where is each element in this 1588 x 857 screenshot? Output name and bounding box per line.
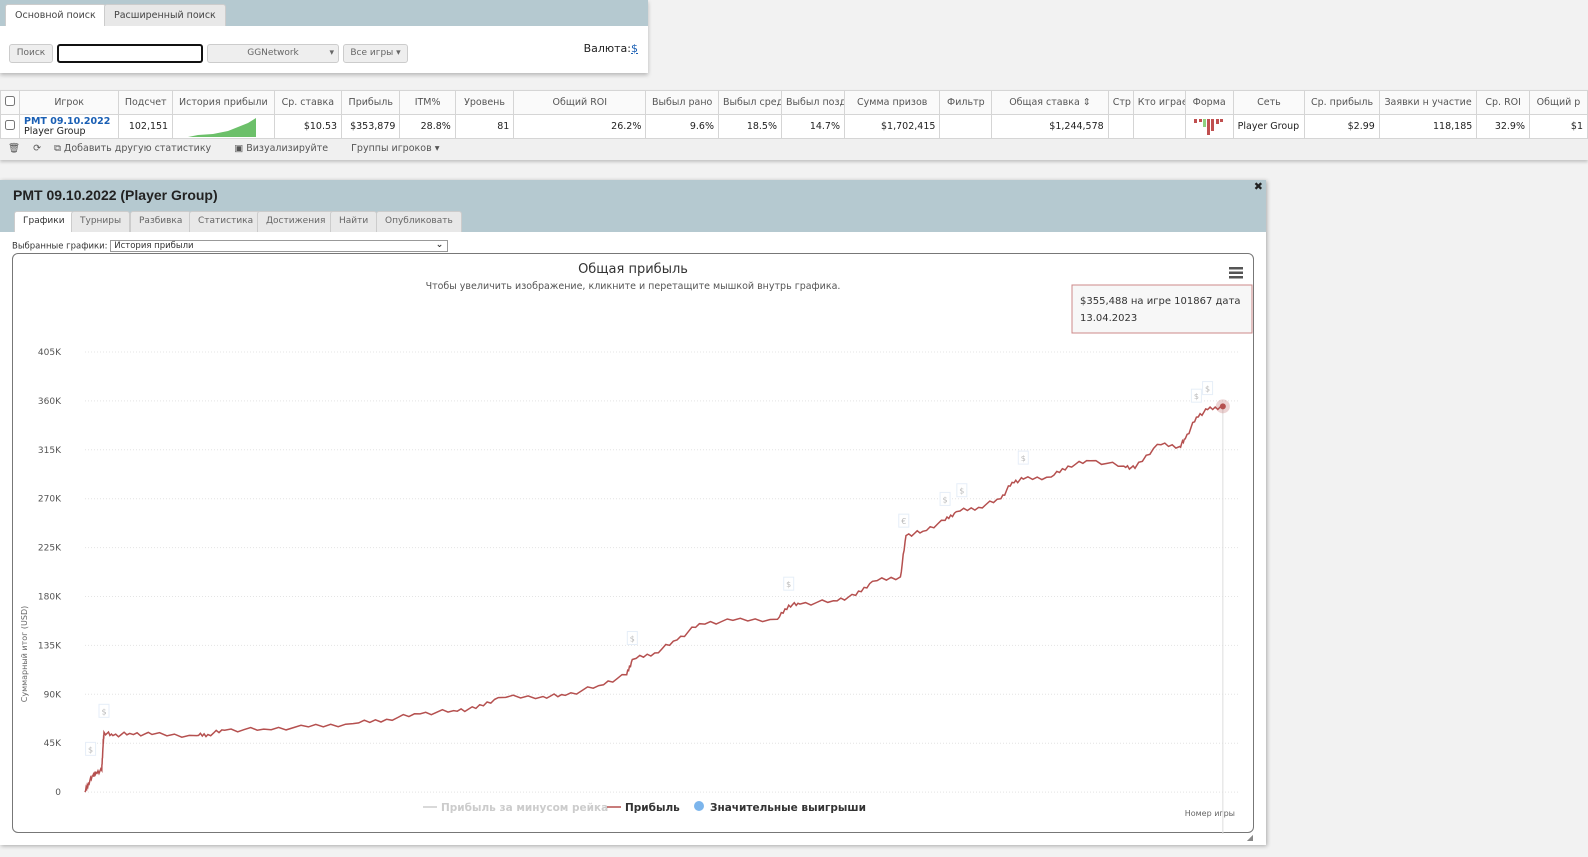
row-checkbox[interactable] <box>5 120 15 130</box>
col-roi[interactable]: Общий ROI <box>513 90 647 115</box>
profit-chart[interactable]: Общая прибыль Чтобы увеличить изображени… <box>12 253 1254 842</box>
col-total-stake[interactable]: Общая ставка ⇕ <box>991 90 1109 115</box>
y-tick-label: 180K <box>38 592 62 602</box>
col-total[interactable]: Общий р <box>1529 90 1588 115</box>
chart-subtitle: Чтобы увеличить изображение, кликните и … <box>426 281 841 292</box>
big-win-label: $ <box>101 707 106 716</box>
tab-publish[interactable]: Опубликовать <box>376 211 462 232</box>
chart-title: Общая прибыль <box>578 262 688 277</box>
y-tick-label: 90K <box>44 690 62 700</box>
col-level[interactable]: Уровень <box>454 90 515 115</box>
svg-text:13.04.2023: 13.04.2023 <box>1080 313 1137 324</box>
col-count[interactable]: Подсчет <box>118 90 174 115</box>
header-row: Игрок Подсчет История прибыли Ср. ставка… <box>0 90 1588 115</box>
tab-basic-search[interactable]: Основной поиск <box>5 4 106 26</box>
profit-line <box>84 405 1224 793</box>
big-win-label: $ <box>88 745 93 754</box>
col-late[interactable]: Выбыл позд <box>781 90 845 115</box>
legend-profit[interactable]: Прибыль <box>625 802 680 814</box>
tooltip: $355,488 на игре 101867 дата 13.04.2023 <box>1071 284 1253 334</box>
search-panel: Основной поиск Расширенный поиск Поиск G… <box>0 0 648 73</box>
refresh-icon[interactable]: ⟳ <box>33 143 41 154</box>
legend-rake[interactable]: Прибыль за минусом рейка <box>441 802 608 814</box>
y-tick-label: 405K <box>38 348 62 358</box>
col-itm[interactable]: ITM% <box>399 90 456 115</box>
big-win-label: $ <box>1194 392 1199 401</box>
col-history[interactable]: История прибыли <box>172 90 275 115</box>
player-link[interactable]: PMT 09.10.2022 <box>24 116 114 127</box>
visualize-button[interactable]: ▣ Визуализируйте <box>234 143 338 154</box>
network-select[interactable]: GGNetwork ▾ <box>207 44 339 63</box>
col-filter[interactable]: Фильтр <box>939 90 993 115</box>
panel-title: PMT 09.10.2022 (Player Group) <box>13 187 218 203</box>
big-win-label: $ <box>786 580 791 589</box>
select-all-checkbox[interactable] <box>5 96 15 106</box>
legend: Прибыль за минусом рейка Прибыль Значите… <box>423 801 866 814</box>
col-early[interactable]: Выбыл рано <box>645 90 719 115</box>
big-win-label: $ <box>959 487 964 496</box>
close-icon[interactable]: ✖ <box>1254 180 1263 193</box>
tab-tournaments[interactable]: Турниры <box>71 211 131 232</box>
search-input[interactable] <box>57 44 203 63</box>
col-prizes[interactable]: Сумма призов <box>843 90 941 115</box>
y-tick-label: 360K <box>38 397 62 407</box>
col-entries[interactable]: Заявки н участие <box>1378 90 1478 115</box>
big-win-label: € <box>901 517 906 526</box>
legend-big-wins[interactable]: Значительные выигрыши <box>710 802 866 814</box>
svg-text:$355,488 на игре 101867 дата: $355,488 на игре 101867 дата <box>1080 296 1241 307</box>
chart-selector: Выбранные графики: История прибыли ⌄ <box>12 240 449 252</box>
col-who[interactable]: Кто играет <box>1132 90 1186 115</box>
y-tick-label: 135K <box>38 641 62 651</box>
add-stat-button[interactable]: ⧉ Добавить другую статистику <box>54 143 221 154</box>
col-avg-roi[interactable]: Ср. ROI <box>1476 90 1530 115</box>
currency: Валюта:$ <box>583 42 638 55</box>
tab-advanced-search[interactable]: Расширенный поиск <box>104 4 226 26</box>
tab-achievements[interactable]: Достижения <box>257 211 335 232</box>
sort-icon: ⇕ <box>1082 97 1091 108</box>
chart-select[interactable]: История прибыли ⌄ <box>110 240 449 252</box>
hover-point[interactable] <box>1219 403 1226 410</box>
tab-charts[interactable]: Графики <box>14 211 74 232</box>
y-tick-label: 45K <box>44 739 62 749</box>
big-win-label: $ <box>943 495 948 504</box>
trash-icon[interactable]: 🗑 <box>8 143 20 154</box>
big-win-label: $ <box>1205 385 1210 394</box>
col-avg-stake[interactable]: Ср. ставка <box>273 90 343 115</box>
results-grid: Игрок Подсчет История прибыли Ср. ставка… <box>0 90 1588 160</box>
y-tick-label: 270K <box>38 495 62 505</box>
grid-toolbar: 🗑 ⟳ ⧉ Добавить другую статистику ▣ Визуа… <box>0 139 1588 159</box>
y-tick-label: 0 <box>55 788 61 798</box>
menu-icon[interactable] <box>1229 267 1243 279</box>
player-groups-button[interactable]: Группы игроков ▾ <box>351 143 439 154</box>
y-axis-label: Суммарный итог (USD) <box>20 606 29 703</box>
col-str[interactable]: Стр <box>1107 90 1134 115</box>
search-button[interactable]: Поиск <box>9 44 53 63</box>
table-row[interactable]: PMT 09.10.2022 Player Group 102,151 $10.5… <box>0 114 1588 139</box>
tab-statistics[interactable]: Статистика <box>189 211 263 232</box>
games-select[interactable]: Все игры ▾ <box>343 44 408 63</box>
col-network[interactable]: Сеть <box>1232 90 1306 115</box>
col-form[interactable]: Форма <box>1184 90 1234 115</box>
profit-sparkline <box>172 114 275 139</box>
tab-find[interactable]: Найти <box>330 211 378 232</box>
x-axis-label: Номер игры <box>1185 809 1235 818</box>
col-avg-profit[interactable]: Ср. прибыль <box>1304 90 1380 115</box>
y-tick-label: 315K <box>38 446 62 456</box>
col-player[interactable]: Игрок <box>18 90 120 115</box>
big-win-label: $ <box>1021 454 1026 463</box>
resize-handle[interactable]: ◢ <box>1247 833 1253 842</box>
big-win-label: $ <box>630 635 635 644</box>
tab-breakdown[interactable]: Разбивка <box>130 211 192 232</box>
chevron-down-icon: ⌄ <box>435 240 444 250</box>
currency-link[interactable]: $ <box>631 42 638 55</box>
y-tick-label: 225K <box>38 544 62 554</box>
player-panel: PMT 09.10.2022 (Player Group) ✖ Графики … <box>0 180 1266 845</box>
col-profit[interactable]: Прибыль <box>341 90 401 115</box>
col-mid[interactable]: Выбыл сред <box>718 90 782 115</box>
form-chart <box>1184 114 1234 139</box>
